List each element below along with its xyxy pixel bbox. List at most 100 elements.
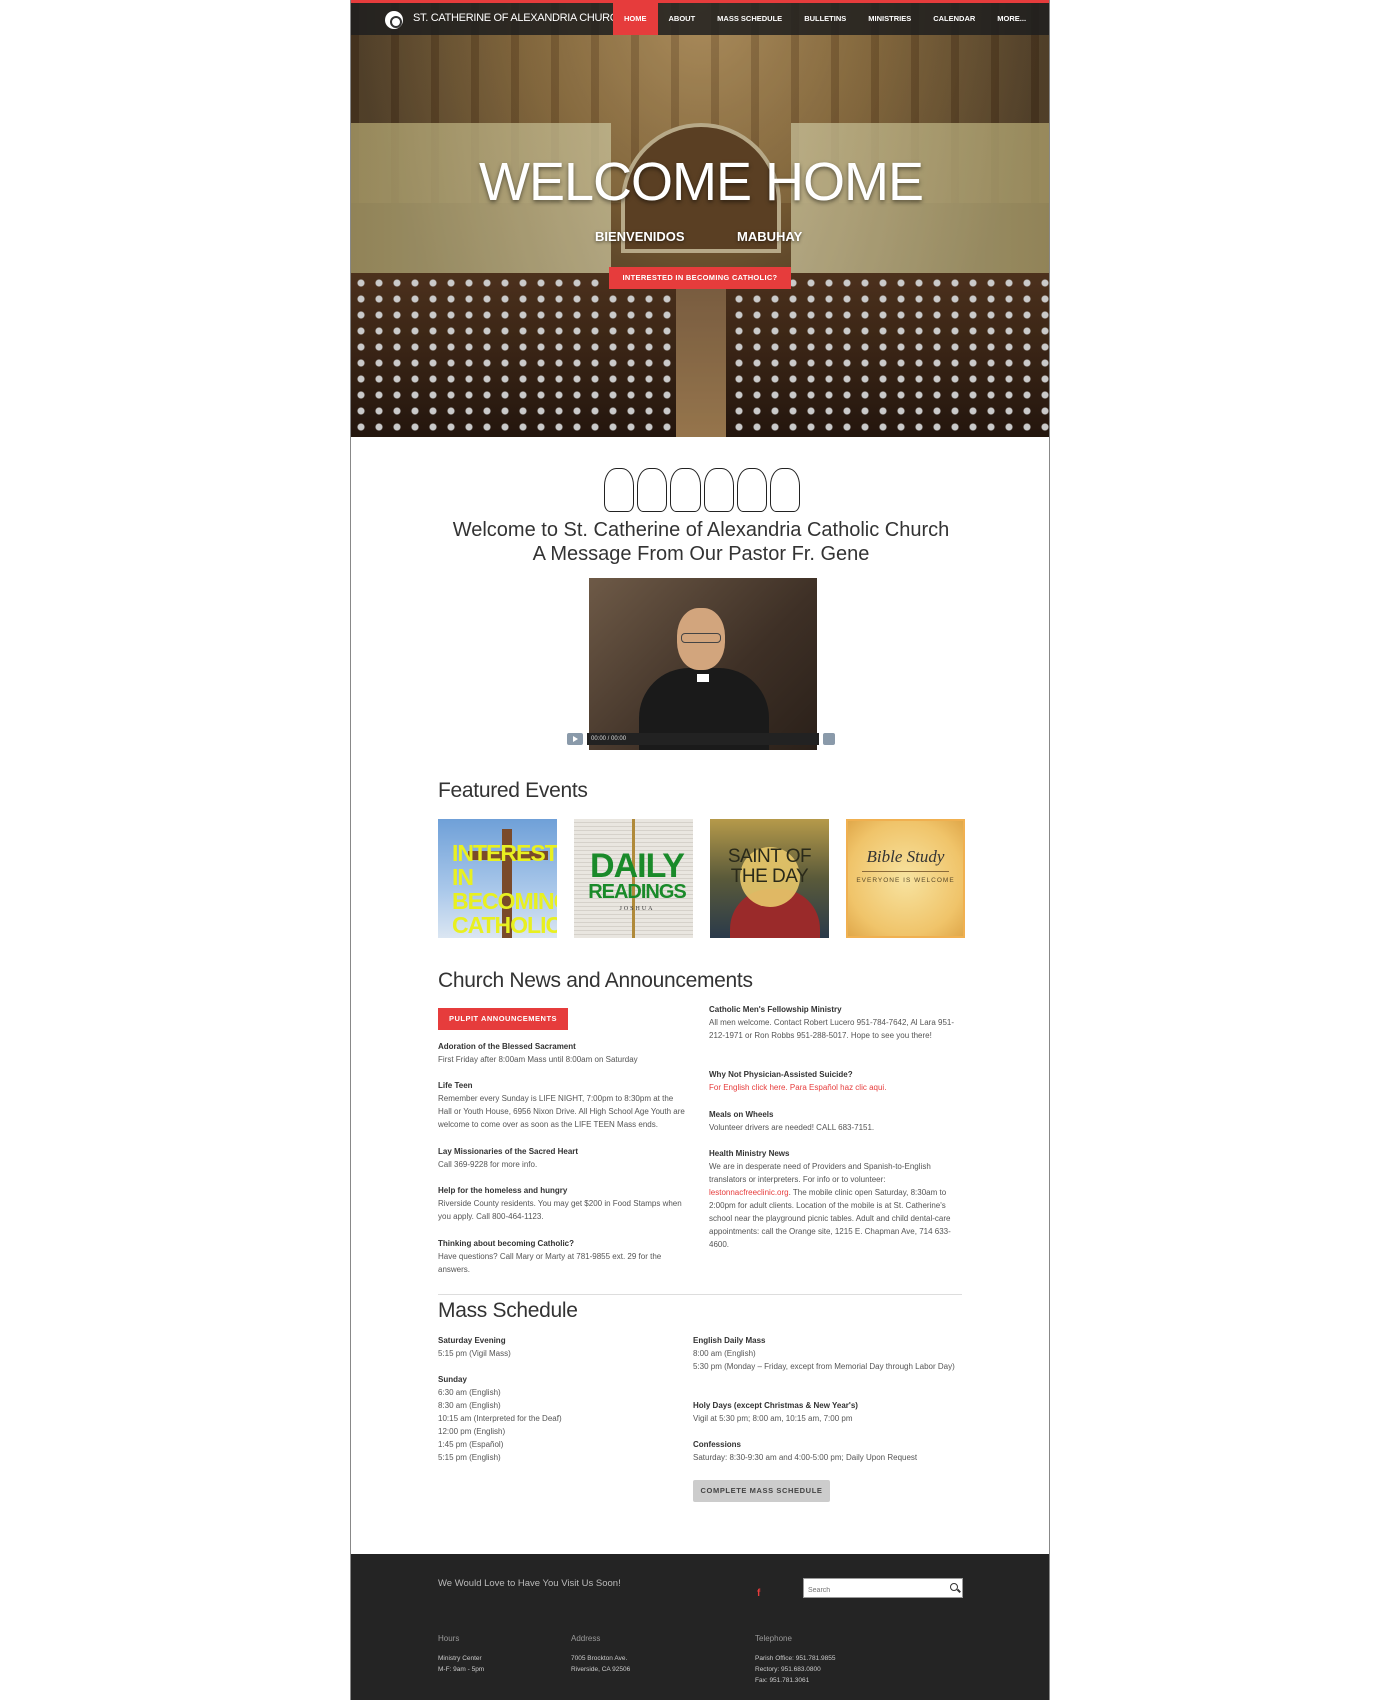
hours-line: Ministry Center (438, 1655, 482, 1662)
phone-line: Fax: 951.781.3061 (755, 1677, 810, 1684)
event-card-text: INTERESTED IN BECOMING CATHOLIC (452, 840, 557, 938)
news-heading: Adoration of the Blessed Sacrament (438, 1042, 576, 1051)
mass-schedule-title: Mass Schedule (438, 1299, 578, 1322)
pulpit-announcements-button[interactable]: PULPIT ANNOUNCEMENTS (438, 1008, 568, 1030)
mass-time: 5:30 pm (Monday – Friday, except from Me… (693, 1362, 955, 1371)
welcome-line-2: A Message From Our Pastor Fr. Gene (532, 543, 870, 565)
hero-overlay (351, 3, 1049, 437)
site-brand[interactable]: ST. CATHERINE OF ALEXANDRIA CHURCH (413, 12, 625, 24)
mass-heading: Saturday Evening (438, 1336, 506, 1345)
news-text: Remember every Sunday is LIFE NIGHT, 7:0… (438, 1094, 685, 1129)
video-pastor-collar (697, 674, 709, 682)
event-card-becoming-catholic[interactable]: INTERESTED IN BECOMING CATHOLIC (438, 819, 557, 938)
hand-sign (736, 468, 767, 512)
mass-time: 10:15 am (Interpreted for the Deaf) (438, 1414, 562, 1423)
pastor-video[interactable] (589, 578, 817, 750)
page: WELCOME HOME BIENVENIDOS MABUHAY INTERES… (350, 0, 1050, 1700)
mass-time: Saturday: 8:30-9:30 am and 4:00-5:00 pm;… (693, 1453, 918, 1462)
mass-heading: Sunday (438, 1375, 467, 1384)
footer: We Would Love to Have You Visit Us Soon!… (351, 1554, 1049, 1700)
video-controls: 00:00 / 00:00 (567, 732, 839, 746)
news-text-part: We are in desperate need of Providers an… (709, 1162, 931, 1184)
search-input[interactable] (804, 1581, 934, 1600)
mass-heading: Confessions (693, 1440, 742, 1449)
news-text: Have questions? Call Mary or Marty at 78… (438, 1252, 662, 1274)
complete-mass-schedule-button[interactable]: COMPLETE MASS SCHEDULE (693, 1480, 830, 1502)
hours-heading: Hours (438, 1634, 460, 1643)
divider-line (862, 871, 949, 872)
mass-time: 1:45 pm (Español) (438, 1440, 504, 1449)
news-item: Health Ministry News We are in desperate… (709, 1147, 963, 1251)
becoming-catholic-button[interactable]: INTERESTED IN BECOMING CATHOLIC? (609, 267, 791, 289)
address-line: Riverside, CA 92506 (571, 1666, 631, 1673)
event-card-text: Bible Study (866, 847, 945, 866)
church-logo-icon[interactable] (385, 11, 403, 29)
video-pastor-glasses (681, 633, 721, 643)
news-item: Lay Missionaries of the Sacred Heart Cal… (438, 1145, 688, 1171)
news-heading: Why Not Physician-Assisted Suicide? (709, 1070, 853, 1079)
event-card-text: SAINT OF THE DAY (727, 846, 812, 887)
mass-heading: Holy Days (except Christmas & New Year's… (693, 1401, 858, 1410)
hand-sign (670, 468, 701, 512)
phone-line: Rectory: 951.683.0800 (755, 1666, 821, 1673)
phone-line: Parish Office: 951.781.9855 (755, 1655, 836, 1662)
news-item: Catholic Men's Fellowship Ministry All m… (709, 1003, 963, 1042)
hand-sign (604, 468, 635, 512)
facebook-icon[interactable]: f (757, 1588, 760, 1599)
event-card-saint-of-the-day[interactable]: SAINT OF THE DAY (710, 819, 829, 938)
news-item: Life Teen Remember every Sunday is LIFE … (438, 1079, 688, 1131)
volume-icon[interactable] (823, 733, 835, 745)
news-text: Riverside County residents. You may get … (438, 1199, 682, 1221)
hand-sign (637, 468, 668, 512)
hand-sign (703, 468, 734, 512)
hero-banner: WELCOME HOME BIENVENIDOS MABUHAY INTERES… (351, 3, 1049, 437)
hand-sign (769, 468, 801, 512)
hours-line: M-F: 9am - 5pm (438, 1666, 485, 1673)
nav-ministries[interactable]: MINISTRIES (857, 3, 922, 35)
nav-bulletins[interactable]: BULLETINS (793, 3, 857, 35)
news-text: Volunteer drivers are needed! CALL 683-7… (709, 1123, 875, 1132)
nav-more[interactable]: MORE... (986, 3, 1037, 35)
news-title: Church News and Announcements (438, 969, 753, 992)
mass-time: 8:00 am (English) (693, 1349, 756, 1358)
physician-suicide-link[interactable]: For English click here. Para Español haz… (709, 1081, 963, 1094)
event-card-text: READINGS (588, 881, 687, 903)
news-heading: Catholic Men's Fellowship Ministry (709, 1005, 842, 1014)
navbar: ST. CATHERINE OF ALEXANDRIA CHURCH HOME … (351, 3, 1049, 35)
mass-time: 5:15 pm (Vigil Mass) (438, 1349, 511, 1358)
hero-sub-right: MABUHAY (737, 229, 803, 244)
event-card-text: JOSHUA (619, 906, 655, 912)
address-info: 7005 Brockton Ave. Riverside, CA 92506 (571, 1653, 630, 1675)
telephone-info: Parish Office: 951.781.9855 Rectory: 951… (755, 1653, 835, 1686)
nav-calendar[interactable]: CALENDAR (922, 3, 986, 35)
nav-home[interactable]: HOME (613, 3, 658, 35)
sign-language-hands-icon (604, 468, 801, 512)
news-text: All men welcome. Contact Robert Lucero 9… (709, 1018, 955, 1040)
nav-about[interactable]: ABOUT (658, 3, 707, 35)
news-text: Call 369-9228 for more info. (438, 1160, 538, 1169)
video-progress-bar[interactable]: 00:00 / 00:00 (587, 733, 819, 745)
clinic-link[interactable]: lestonnacfreeclinic.org (709, 1188, 789, 1197)
news-heading: Health Ministry News (709, 1149, 790, 1158)
news-item: Help for the homeless and hungry Riversi… (438, 1184, 688, 1223)
search-icon[interactable] (950, 1583, 958, 1591)
event-card-bible-study[interactable]: Bible Study EVERYONE IS WELCOME (846, 819, 965, 938)
section-divider (438, 1294, 962, 1295)
mass-item: Sunday 6:30 am (English) 8:30 am (Englis… (438, 1373, 678, 1464)
mass-time: Vigil at 5:30 pm; 8:00 am, 10:15 am, 7:0… (693, 1414, 853, 1423)
news-item: Meals on Wheels Volunteer drivers are ne… (709, 1108, 963, 1134)
play-icon[interactable] (567, 733, 583, 745)
hero-title: WELCOME HOME (478, 152, 924, 212)
footer-tagline: We Would Love to Have You Visit Us Soon! (438, 1578, 621, 1589)
news-heading: Thinking about becoming Catholic? (438, 1239, 574, 1248)
news-heading: Help for the homeless and hungry (438, 1186, 568, 1195)
event-card-daily-readings[interactable]: DAILY READINGS JOSHUA (574, 819, 693, 938)
featured-events-title: Featured Events (438, 779, 588, 802)
mass-item: Holy Days (except Christmas & New Year's… (693, 1399, 963, 1425)
mass-heading: English Daily Mass (693, 1336, 766, 1345)
address-heading: Address (571, 1634, 601, 1643)
address-line: 7005 Brockton Ave. (571, 1655, 628, 1662)
hero-sub-left: BIENVENIDOS (595, 229, 685, 244)
welcome-line-1: Welcome to St. Catherine of Alexandria C… (452, 519, 950, 541)
nav-mass-schedule[interactable]: MASS SCHEDULE (706, 3, 793, 35)
